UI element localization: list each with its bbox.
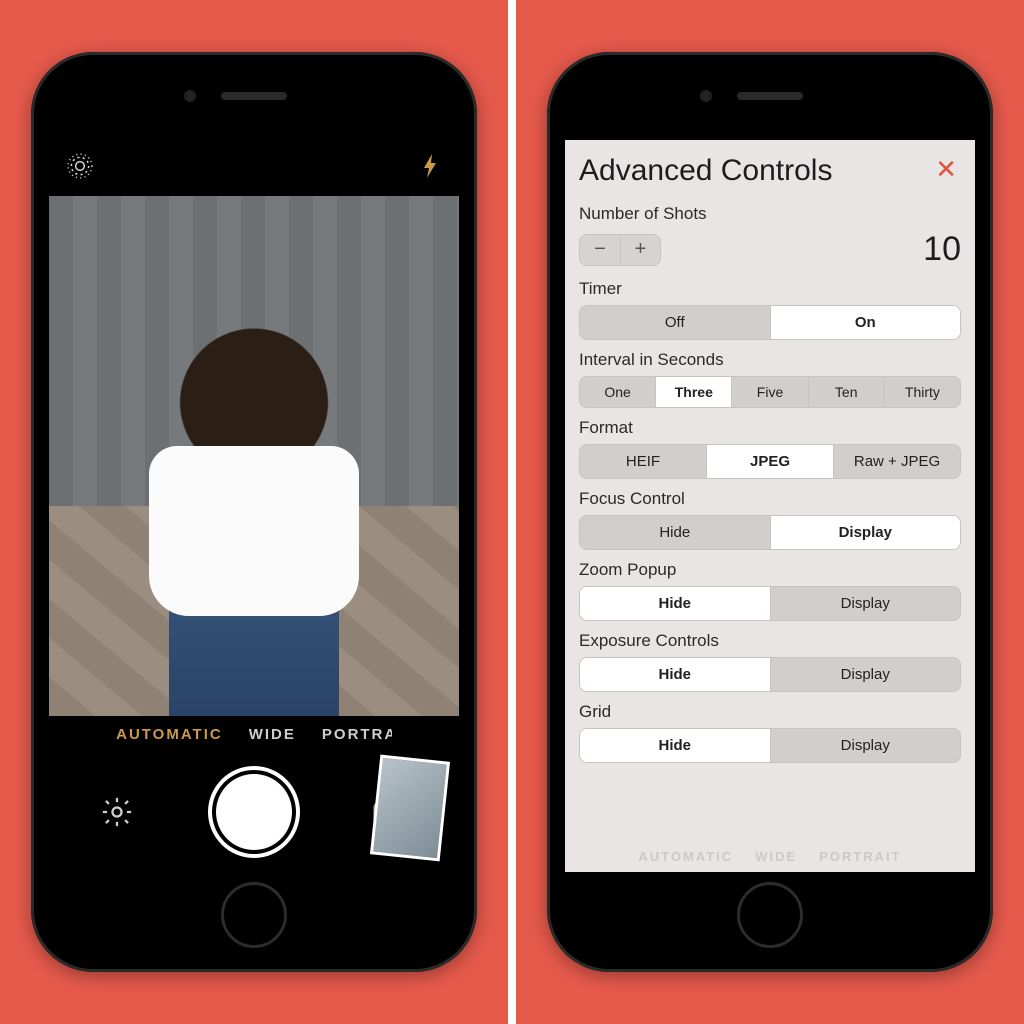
- format-label: Format: [579, 418, 961, 438]
- shots-stepper[interactable]: − +: [579, 234, 661, 266]
- viewfinder-image[interactable]: [49, 196, 459, 716]
- live-photo-icon[interactable]: [67, 153, 93, 184]
- interval-label: Interval in Seconds: [579, 350, 961, 370]
- focus-label: Focus Control: [579, 489, 961, 509]
- viewfinder-bottombar: [49, 752, 459, 872]
- screenshot-canvas: AUTOMATIC WIDE PORTRAIT: [0, 0, 1024, 1024]
- exposure-segmented[interactable]: HideDisplay: [579, 657, 961, 692]
- right-half: Advanced Controls ✕ Number of Shots − + …: [516, 0, 1024, 1024]
- zoom-label: Zoom Popup: [579, 560, 961, 580]
- exposure-segmented-option-hide[interactable]: Hide: [580, 658, 770, 691]
- interval-segmented[interactable]: OneThreeFiveTenThirty: [579, 376, 961, 408]
- zoom-segmented-option-display[interactable]: Display: [770, 587, 961, 620]
- shots-increment[interactable]: +: [620, 235, 660, 265]
- proximity-sensor: [184, 90, 196, 102]
- settings-screen: Advanced Controls ✕ Number of Shots − + …: [565, 140, 975, 872]
- shots-value: 10: [923, 230, 961, 269]
- exposure-label: Exposure Controls: [579, 631, 961, 651]
- interval-segmented-option-ten[interactable]: Ten: [808, 377, 884, 407]
- close-button[interactable]: ✕: [935, 156, 957, 182]
- timer-segmented[interactable]: OffOn: [579, 305, 961, 340]
- home-button[interactable]: [221, 882, 287, 948]
- grid-segmented[interactable]: HideDisplay: [579, 728, 961, 763]
- ghost-mode-labels: AUTOMATIC WIDE PORTRAIT: [565, 849, 975, 864]
- viewfinder-topbar: [49, 140, 459, 196]
- grid-segmented-option-display[interactable]: Display: [770, 729, 961, 762]
- focus-segmented-option-hide[interactable]: Hide: [580, 516, 770, 549]
- interval-segmented-option-one[interactable]: One: [580, 377, 655, 407]
- format-segmented-option-heif[interactable]: HEIF: [580, 445, 706, 478]
- mode-portrait[interactable]: PORTRAIT: [322, 726, 392, 743]
- format-segmented-option-raw-+-jpeg[interactable]: Raw + JPEG: [833, 445, 960, 478]
- zoom-segmented-option-hide[interactable]: Hide: [580, 587, 770, 620]
- left-half: AUTOMATIC WIDE PORTRAIT: [0, 0, 508, 1024]
- mode-wide[interactable]: WIDE: [249, 726, 296, 743]
- mode-automatic[interactable]: AUTOMATIC: [116, 726, 223, 743]
- timer-segmented-option-off[interactable]: Off: [580, 306, 770, 339]
- format-segmented-option-jpeg[interactable]: JPEG: [706, 445, 833, 478]
- grid-label: Grid: [579, 702, 961, 722]
- camera-mode-selector[interactable]: AUTOMATIC WIDE PORTRAIT: [49, 726, 459, 743]
- phone-right: Advanced Controls ✕ Number of Shots − + …: [547, 52, 993, 972]
- timer-segmented-option-on[interactable]: On: [770, 306, 961, 339]
- earpiece: [737, 92, 803, 100]
- earpiece: [221, 92, 287, 100]
- proximity-sensor: [700, 90, 712, 102]
- focus-segmented-option-display[interactable]: Display: [770, 516, 961, 549]
- format-segmented[interactable]: HEIFJPEGRaw + JPEG: [579, 444, 961, 479]
- shots-row: − + 10: [579, 230, 961, 269]
- panel-title: Advanced Controls: [579, 154, 961, 188]
- interval-segmented-option-thirty[interactable]: Thirty: [884, 377, 960, 407]
- last-photo-thumbnail[interactable]: [370, 755, 450, 862]
- shots-decrement[interactable]: −: [580, 235, 620, 265]
- shots-label: Number of Shots: [579, 204, 961, 224]
- timer-label: Timer: [579, 279, 961, 299]
- shutter-button[interactable]: [216, 774, 292, 850]
- interval-segmented-option-three[interactable]: Three: [655, 377, 731, 407]
- camera-screen: AUTOMATIC WIDE PORTRAIT: [49, 140, 459, 872]
- flash-icon[interactable]: [421, 154, 441, 183]
- grid-segmented-option-hide[interactable]: Hide: [580, 729, 770, 762]
- settings-button[interactable]: [49, 795, 186, 829]
- phone-left: AUTOMATIC WIDE PORTRAIT: [31, 52, 477, 972]
- home-button[interactable]: [737, 882, 803, 948]
- zoom-segmented[interactable]: HideDisplay: [579, 586, 961, 621]
- focus-segmented[interactable]: HideDisplay: [579, 515, 961, 550]
- interval-segmented-option-five[interactable]: Five: [731, 377, 807, 407]
- divider: [508, 0, 516, 1024]
- advanced-controls-panel: Advanced Controls ✕ Number of Shots − + …: [565, 140, 975, 872]
- exposure-segmented-option-display[interactable]: Display: [770, 658, 961, 691]
